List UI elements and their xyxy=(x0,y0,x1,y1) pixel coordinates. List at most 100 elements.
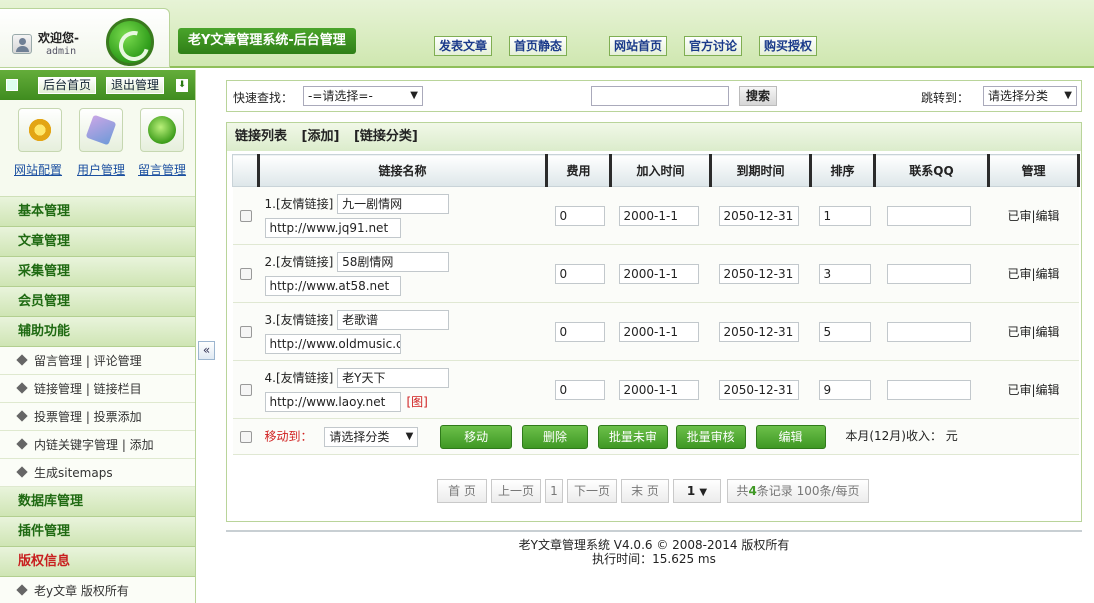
order-input[interactable]: 5 xyxy=(818,321,871,342)
join-time-input[interactable]: 2000-1-1 xyxy=(618,321,699,342)
table-row: 3.[友情链接] 老歌谱 http://www.oldmusic.co 0 20… xyxy=(232,302,1079,361)
link-category-button[interactable]: [链接分类] xyxy=(354,129,418,144)
site-config-link[interactable]: 网站配置 xyxy=(14,161,62,178)
logout-button[interactable]: 退出管理 xyxy=(106,77,165,94)
join-time-input[interactable]: 2000-1-1 xyxy=(618,263,699,284)
approve-edit-action[interactable]: 已审|编辑 xyxy=(988,186,1079,245)
section-basic[interactable]: 基本管理 xyxy=(0,197,195,227)
jump-category-select[interactable]: 请选择分类 ▼ xyxy=(983,86,1077,106)
nav-buy-license[interactable]: 购买授权 xyxy=(759,36,818,56)
row-checkbox[interactable] xyxy=(239,268,252,280)
fee-input[interactable]: 0 xyxy=(554,379,605,400)
fee-input[interactable]: 0 xyxy=(554,263,605,284)
link-url-input[interactable]: http://www.jq91.net xyxy=(264,218,401,238)
delete-button[interactable]: 删除 xyxy=(522,424,588,449)
move-category-select[interactable]: 请选择分类 ▼ xyxy=(324,426,419,447)
expire-time-input[interactable]: 2050-12-31 xyxy=(718,263,799,284)
select-all-checkbox[interactable] xyxy=(239,431,252,443)
approve-edit-action[interactable]: 已审|编辑 xyxy=(988,302,1079,361)
nav-publish-article[interactable]: 发表文章 xyxy=(434,36,493,56)
qq-input[interactable] xyxy=(886,263,971,284)
section-copyright[interactable]: 版权信息 xyxy=(0,547,195,577)
search-input[interactable] xyxy=(591,86,729,106)
quick-search-select[interactable]: -=请选择=- ▼ xyxy=(303,86,423,106)
link-name-input[interactable]: 老Y天下 xyxy=(337,368,450,388)
diamond-icon xyxy=(16,354,28,366)
image-link[interactable]: [图] xyxy=(407,395,428,409)
join-time-input[interactable]: 2000-1-1 xyxy=(618,379,699,400)
qq-input[interactable] xyxy=(886,205,971,226)
row-checkbox[interactable] xyxy=(239,210,252,222)
user-manage-link[interactable]: 用户管理 xyxy=(77,161,125,178)
edit-button[interactable]: 编辑 xyxy=(755,424,826,449)
gear-icon xyxy=(27,117,53,143)
sidebar-item-links[interactable]: 链接管理 | 链接栏目 xyxy=(0,375,195,403)
table-row: 1.[友情链接] 九一剧情网 http://www.jq91.net 0 200… xyxy=(232,186,1079,245)
search-bar: 快速查找： -=请选择=- ▼ 搜索 跳转到： 请选择分类 ▼ xyxy=(226,80,1082,112)
link-name-input[interactable]: 老歌谱 xyxy=(337,310,450,330)
backend-home-button[interactable]: 后台首页 xyxy=(38,77,97,94)
user-icon xyxy=(12,34,32,54)
move-button[interactable]: 移动 xyxy=(440,424,513,449)
link-type: 1.[友情链接] xyxy=(264,196,334,211)
section-database[interactable]: 数据库管理 xyxy=(0,487,195,517)
join-time-input[interactable]: 2000-1-1 xyxy=(618,205,699,226)
col-name: 链接名称 xyxy=(258,154,548,187)
nav-official-forum[interactable]: 官方讨论 xyxy=(684,36,743,56)
section-plugins[interactable]: 插件管理 xyxy=(0,517,195,547)
message-manage-link[interactable]: 留言管理 xyxy=(138,161,186,178)
arrow-down-icon[interactable]: ⬇ xyxy=(176,79,188,92)
fee-input[interactable]: 0 xyxy=(554,321,605,342)
search-button[interactable]: 搜索 xyxy=(739,86,778,106)
header: 欢迎您- admin 老Y文章管理系统-后台管理 发表文章 首页静态 网站首页 … xyxy=(0,0,1094,68)
section-collect[interactable]: 采集管理 xyxy=(0,257,195,287)
last-page-button[interactable]: 末 页 xyxy=(621,479,669,503)
link-url-input[interactable]: http://www.laoy.net xyxy=(264,392,401,412)
sidebar-item-messages[interactable]: 留言管理 | 评论管理 xyxy=(0,347,195,375)
expire-time-input[interactable]: 2050-12-31 xyxy=(718,379,799,400)
sidebar-item-keywords[interactable]: 内链关键字管理 | 添加 xyxy=(0,431,195,459)
order-input[interactable]: 9 xyxy=(818,379,871,400)
approve-edit-action[interactable]: 已审|编辑 xyxy=(988,244,1079,303)
approve-edit-action[interactable]: 已审|编辑 xyxy=(988,360,1079,419)
prev-page-button[interactable]: 上一页 xyxy=(491,479,541,503)
order-input[interactable]: 3 xyxy=(818,263,871,284)
expire-time-input[interactable]: 2050-12-31 xyxy=(718,321,799,342)
user-manage-shortcut[interactable] xyxy=(79,108,123,152)
section-articles[interactable]: 文章管理 xyxy=(0,227,195,257)
add-link-button[interactable]: [添加] xyxy=(302,129,340,144)
col-qq: 联系QQ xyxy=(874,154,990,187)
expire-time-input[interactable]: 2050-12-31 xyxy=(718,205,799,226)
sidebar-item-sitemaps[interactable]: 生成sitemaps xyxy=(0,459,195,487)
site-config-shortcut[interactable] xyxy=(18,108,62,152)
nav-homepage-static[interactable]: 首页静态 xyxy=(509,36,568,56)
message-manage-shortcut[interactable] xyxy=(140,108,184,152)
qq-input[interactable] xyxy=(886,379,971,400)
batch-unapprove-button[interactable]: 批量未审 xyxy=(597,424,668,449)
app-title: 老Y文章管理系统-后台管理 xyxy=(178,28,356,54)
section-tools[interactable]: 辅助功能 xyxy=(0,317,195,347)
link-name-input[interactable]: 九一剧情网 xyxy=(337,194,450,214)
link-name-input[interactable]: 58剧情网 xyxy=(337,252,450,272)
section-members[interactable]: 会员管理 xyxy=(0,287,195,317)
row-checkbox[interactable] xyxy=(239,326,252,338)
collapse-sidebar-button[interactable]: « xyxy=(198,341,215,360)
record-summary: 共4条记录 100条/每页 xyxy=(727,479,869,503)
col-order: 排序 xyxy=(810,154,876,187)
row-checkbox[interactable] xyxy=(239,384,252,396)
order-input[interactable]: 1 xyxy=(818,205,871,226)
diamond-icon xyxy=(16,584,28,596)
col-manage: 管理 xyxy=(988,154,1080,187)
link-url-input[interactable]: http://www.at58.net xyxy=(264,276,401,296)
current-page[interactable]: 1 xyxy=(545,479,563,503)
page-select[interactable]: 1 ▼ xyxy=(673,479,721,503)
sidebar-item-votes[interactable]: 投票管理 | 投票添加 xyxy=(0,403,195,431)
batch-approve-button[interactable]: 批量审核 xyxy=(675,424,746,449)
nav-site-home[interactable]: 网站首页 xyxy=(609,36,668,56)
first-page-button[interactable]: 首 页 xyxy=(437,479,487,503)
qq-input[interactable] xyxy=(886,321,971,342)
next-page-button[interactable]: 下一页 xyxy=(567,479,617,503)
footer-divider xyxy=(226,530,1082,532)
link-url-input[interactable]: http://www.oldmusic.co xyxy=(264,334,401,354)
fee-input[interactable]: 0 xyxy=(554,205,605,226)
